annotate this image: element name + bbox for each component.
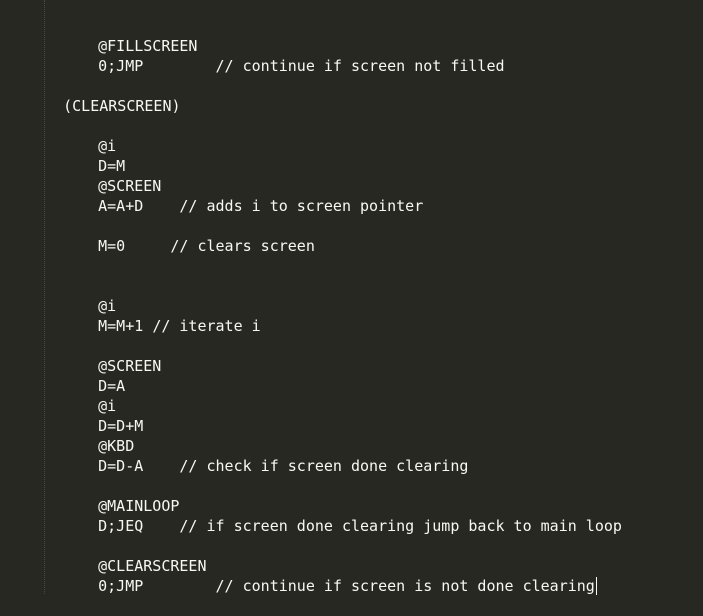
code-label: (CLEARSCREEN) (63, 97, 181, 115)
text-caret (595, 577, 597, 595)
code-line[interactable]: @FILLSCREEN (62, 16, 197, 55)
code-line[interactable]: A=A+D // adds i to screen pointer (62, 176, 423, 215)
code-text: D=D-A (98, 457, 180, 475)
code-line[interactable]: D=M (62, 136, 125, 175)
code-text: 0;JMP (98, 577, 216, 595)
code-comment: // adds i to screen pointer (179, 197, 424, 215)
code-line[interactable]: M=M+1 // iterate i (62, 296, 261, 335)
code-comment: // check if screen done clearing (179, 457, 469, 475)
code-text: M=0 (98, 237, 171, 255)
code-line[interactable]: @i (62, 116, 116, 155)
code-line[interactable]: @CLEARSCREEN (62, 536, 206, 575)
code-line[interactable]: @SCREEN (62, 156, 161, 195)
code-line[interactable]: (CLEARSCREEN) (27, 76, 180, 115)
code-line[interactable]: @KBD (62, 416, 134, 455)
code-comment: // clears screen (170, 237, 315, 255)
code-line[interactable]: M=0 // clears screen (62, 216, 315, 255)
code-line[interactable]: 0;JMP // continue if screen is not done … (62, 556, 597, 595)
code-comment: // continue if screen is not done cleari… (215, 577, 595, 595)
code-line[interactable]: D=A (62, 356, 125, 395)
code-line[interactable]: 0;JMP // continue if screen not filled (62, 36, 504, 75)
code-text: D;JEQ (98, 517, 180, 535)
code-comment: // continue if screen not filled (215, 57, 505, 75)
code-comment: // if screen done clearing jump back to … (179, 517, 622, 535)
code-line[interactable]: D;JEQ // if screen done clearing jump ba… (62, 496, 622, 535)
code-text: M=M+1 (98, 317, 153, 335)
code-text: A=A+D (98, 197, 180, 215)
code-comment: // iterate i (152, 317, 261, 335)
code-line[interactable]: @SCREEN (62, 336, 161, 375)
code-line[interactable]: D=D+M (62, 396, 143, 435)
code-line[interactable]: @i (62, 276, 116, 315)
code-line[interactable]: @MAINLOOP (62, 476, 179, 515)
code-editor[interactable]: @FILLSCREEN 0;JMP // continue if screen … (0, 0, 703, 595)
code-text: 0;JMP (98, 57, 216, 75)
code-line[interactable]: D=D-A // check if screen done clearing (62, 436, 468, 475)
code-line[interactable]: @i (62, 376, 116, 415)
